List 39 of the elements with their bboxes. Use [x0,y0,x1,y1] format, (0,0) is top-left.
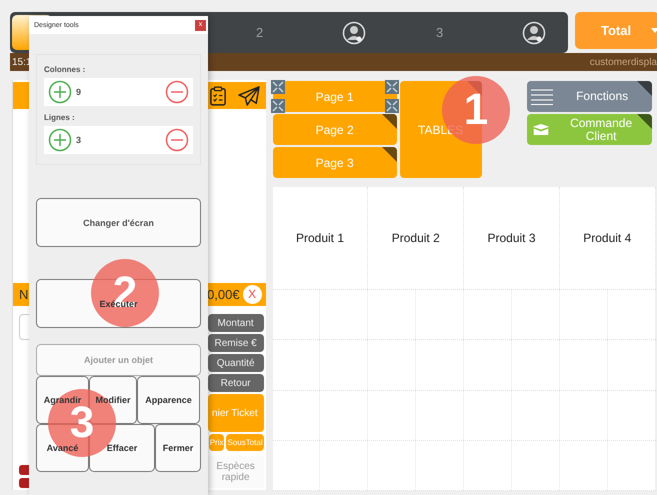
seat-number[interactable]: 3 [436,25,444,40]
caret-icon [651,28,657,33]
user-avatar-icon[interactable] [522,20,546,44]
user-avatar-icon[interactable] [342,20,366,44]
resize-handle-icon[interactable] [270,80,285,94]
setting-label: Lignes : [44,113,76,122]
change-screen-button[interactable]: Changer d'écran [36,198,201,247]
resize-handle-icon[interactable] [270,99,285,113]
corner-fold-icon [636,114,652,129]
seat-number[interactable]: 2 [256,25,264,40]
product-label[interactable]: Produit 2 [392,231,440,245]
plus-icon[interactable] [48,128,72,152]
status-text: customerdispla [590,56,657,68]
tool-button[interactable]: Fermer [155,424,201,472]
minus-icon[interactable] [165,128,189,152]
action-button[interactable]: Retour [208,374,264,392]
resize-handle-icon[interactable] [384,99,399,113]
setting-label: Colonnes : [44,65,86,74]
box-icon [530,122,551,137]
minus-icon[interactable] [165,80,189,104]
action-button[interactable]: Quantité [208,354,264,372]
function-button[interactable]: Fonctions [526,81,652,112]
action-button[interactable]: Montant [208,314,264,332]
clear-button[interactable]: X [242,284,262,304]
product-label[interactable]: Produit 4 [583,231,632,245]
setting-value: 9 [76,87,82,97]
setting-value: 3 [76,135,82,145]
action-button[interactable]: Remise € [208,334,264,352]
plus-icon[interactable] [48,80,72,104]
product-label[interactable]: Produit 1 [296,231,344,245]
clipboard-icon[interactable] [210,86,226,106]
tool-button[interactable]: Apparence [137,376,200,424]
paper-plane-icon[interactable] [238,86,260,106]
order-label: N [19,286,28,302]
corner-fold-icon [636,81,652,96]
resize-handle-icon[interactable] [384,80,399,94]
product-label[interactable]: Produit 3 [487,231,536,245]
menu-icon [530,88,553,104]
order-total: 0,00€ [207,286,240,302]
